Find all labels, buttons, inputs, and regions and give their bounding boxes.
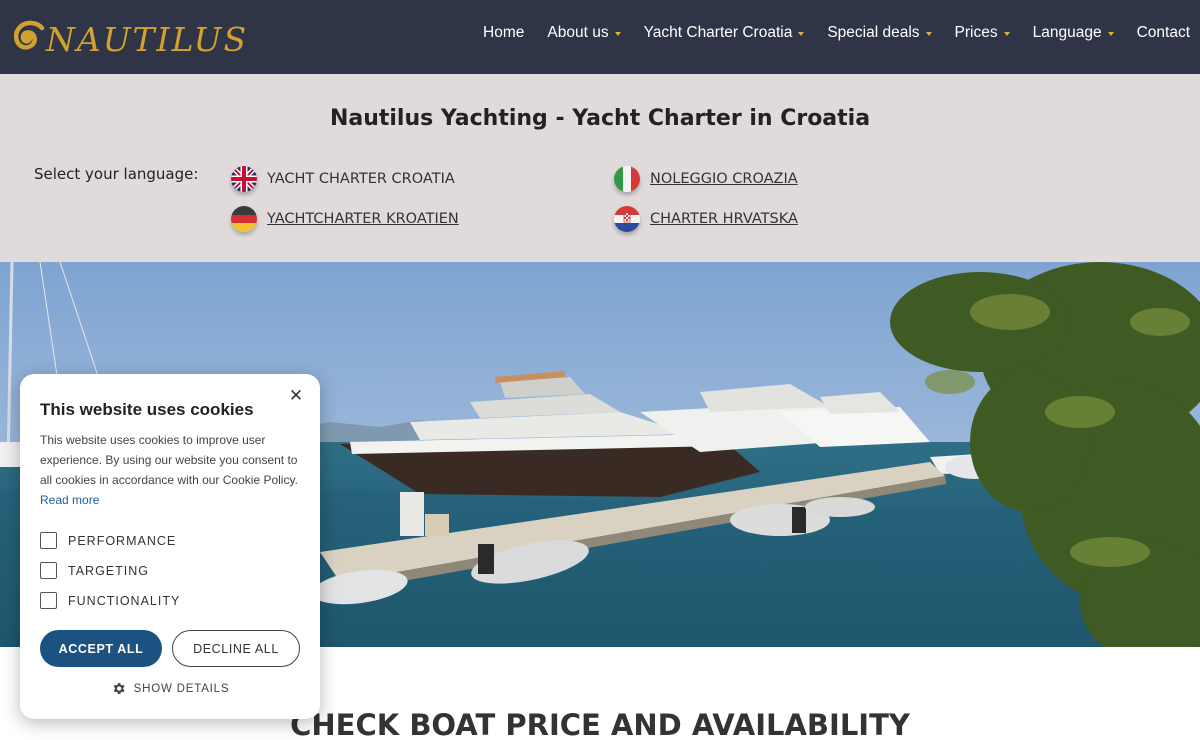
language-select-label: Select your language: [34,165,199,183]
close-icon[interactable]: ✕ [286,386,306,406]
checkbox-performance[interactable]: PERFORMANCE [40,532,176,549]
nav-home[interactable]: Home [483,24,524,42]
checkbox-label: FUNCTIONALITY [68,593,181,608]
read-more-link[interactable]: Read more [40,493,99,507]
nav-label: Special deals [827,24,920,41]
nav-label: Contact [1136,24,1190,41]
checkbox-box[interactable] [40,592,57,609]
nav-label: About us [547,24,609,41]
logo-text: NAUTILUS [46,19,249,59]
caret-down-icon [798,32,805,36]
caret-down-icon [925,32,932,36]
checkbox-functionality[interactable]: FUNCTIONALITY [40,592,180,609]
cookie-title: This website uses cookies [40,400,254,419]
caret-down-icon [1107,32,1114,36]
show-details-button[interactable]: SHOW DETAILS [20,681,320,696]
nautilus-logo[interactable]: NAUTILUS [6,12,256,62]
croatia-flag-icon [614,206,640,232]
language-link-german[interactable]: YACHTCHARTER KROATIEN [231,206,459,232]
language-link-english[interactable]: YACHT CHARTER CROATIA [231,166,455,192]
nav-language[interactable]: Language [1033,24,1114,42]
checkbox-targeting[interactable]: TARGETING [40,562,149,579]
decline-all-button[interactable]: DECLINE ALL [172,630,300,667]
nav-contact[interactable]: Contact [1137,24,1190,42]
nav-label: Home [483,24,525,41]
nav-prices[interactable]: Prices [955,24,1010,42]
main-nav: Home About us Yacht Charter Croatia Spec… [460,24,1190,42]
language-section: Nautilus Yachting - Yacht Charter in Cro… [0,74,1200,262]
nav-label: Language [1032,24,1102,41]
caret-down-icon [1003,32,1010,36]
language-label: YACHTCHARTER KROATIEN [267,211,459,227]
nav-label: Prices [954,24,998,41]
show-details-label: SHOW DETAILS [133,682,230,695]
checkbox-label: PERFORMANCE [68,533,177,548]
cookie-description: This website uses cookies to improve use… [40,430,304,510]
language-label: YACHT CHARTER CROATIA [267,171,455,187]
language-link-italian[interactable]: NOLEGGIO CROAZIA [614,166,798,192]
language-label: NOLEGGIO CROAZIA [650,171,798,187]
uk-flag-icon [231,166,257,192]
language-label: CHARTER HRVATSKA [650,211,798,227]
checkbox-box[interactable] [40,532,57,549]
nav-yacht-charter-croatia[interactable]: Yacht Charter Croatia [644,24,805,42]
nav-special-deals[interactable]: Special deals [827,24,932,42]
cookie-body-text: This website uses cookies to improve use… [40,433,298,487]
checkbox-box[interactable] [40,562,57,579]
nav-label: Yacht Charter Croatia [643,24,793,41]
gear-icon [113,683,125,694]
page-title: Nautilus Yachting - Yacht Charter in Cro… [329,106,871,131]
caret-down-icon [614,32,621,36]
spiral-logo-icon [13,20,45,50]
accept-all-button[interactable]: ACCEPT ALL [40,630,162,667]
site-header: NAUTILUS Home About us Yacht Charter Cro… [0,0,1200,74]
language-link-croatian[interactable]: CHARTER HRVATSKA [614,206,798,232]
nav-about-us[interactable]: About us [547,24,621,42]
germany-flag-icon [231,206,257,232]
italy-flag-icon [614,166,640,192]
checkbox-label: TARGETING [68,563,149,578]
cookie-consent-dialog: This website uses cookies ✕ This website… [20,374,320,719]
